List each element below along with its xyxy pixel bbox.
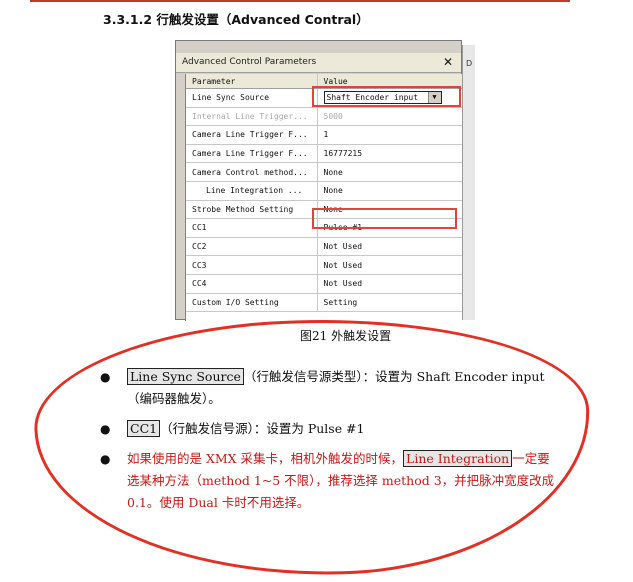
param-name: Camera Line Trigger F... xyxy=(186,125,318,145)
param-value[interactable]: Not Used xyxy=(317,255,463,275)
param-name: CC1 xyxy=(186,218,318,238)
bullet-text: 如果使用的是 XMX 采集卡，相机外触发的时候， xyxy=(127,451,404,466)
property-grid: Parameter Value Line Sync Source Shaft E… xyxy=(185,74,463,321)
highlight-box-cc1 xyxy=(312,208,457,229)
panel-title-bar: Advanced Control Parameters ✕ xyxy=(176,53,461,73)
grid-row[interactable]: Camera Line Trigger F... 1 xyxy=(186,125,463,145)
grid-row[interactable]: CC2 Not Used xyxy=(186,237,463,257)
top-rule xyxy=(30,0,570,2)
close-icon[interactable]: ✕ xyxy=(443,55,453,69)
param-name: Line Sync Source xyxy=(186,88,318,108)
param-value[interactable]: Not Used xyxy=(317,274,463,294)
side-panel-edge: D xyxy=(462,45,475,320)
param-name: CC2 xyxy=(186,237,318,257)
param-name: CC3 xyxy=(186,255,318,275)
param-value[interactable]: Not Used xyxy=(317,237,463,257)
term-line-integration: Line Integration xyxy=(403,450,513,467)
param-name: Camera Control method... xyxy=(186,162,318,182)
param-name: Strobe Method Setting xyxy=(186,200,318,220)
param-value[interactable]: Setting xyxy=(317,293,463,313)
param-name: CC4 xyxy=(186,274,318,294)
section-heading: 3.3.1.2 行触发设置（Advanced Contral） xyxy=(103,12,369,27)
grid-row[interactable]: Line Integration ... None xyxy=(186,181,463,201)
bullet-dot: ● xyxy=(100,452,111,466)
grid-row[interactable]: Camera Control method... None xyxy=(186,162,463,182)
grid-row[interactable]: Camera Line Trigger F... 16777215 xyxy=(186,144,463,164)
term-cc1: CC1 xyxy=(127,420,161,437)
grid-row[interactable]: CC4 Not Used xyxy=(186,274,463,294)
side-panel-label: D xyxy=(466,59,473,68)
bullet-list: ● Line Sync Source （行触发信号源类型）：设置为 Shaft E… xyxy=(100,366,560,522)
panel-title: Advanced Control Parameters xyxy=(182,57,317,67)
param-name: Internal Line Trigger... xyxy=(186,107,318,127)
grid-row[interactable]: CC3 Not Used xyxy=(186,255,463,275)
bullet-dot: ● xyxy=(100,370,111,384)
bullet-item: ● Line Sync Source （行触发信号源类型）：设置为 Shaft E… xyxy=(100,366,560,410)
grid-row: Internal Line Trigger... 5000 xyxy=(186,107,463,127)
param-name: Line Integration ... xyxy=(186,181,318,201)
advanced-control-panel: Advanced Control Parameters ✕ Parameter … xyxy=(175,40,463,321)
grid-row[interactable]: Custom I/O Setting Setting xyxy=(186,293,463,313)
param-name: Custom I/O Setting xyxy=(186,293,318,313)
bullet-text: （行触发信号源）：设置为 Pulse #1 xyxy=(160,421,365,436)
param-value[interactable]: 1 xyxy=(317,125,463,145)
param-value[interactable]: None xyxy=(317,162,463,182)
bullet-item: ● CC1 （行触发信号源）：设置为 Pulse #1 xyxy=(100,418,560,440)
param-value[interactable]: None xyxy=(317,181,463,201)
column-header-parameter[interactable]: Parameter xyxy=(186,74,318,89)
param-name: Camera Line Trigger F... xyxy=(186,144,318,164)
bullet-dot: ● xyxy=(100,422,111,436)
term-line-sync-source: Line Sync Source xyxy=(127,368,244,385)
param-value: 5000 xyxy=(317,107,463,127)
highlight-box-line-sync-source xyxy=(312,86,461,107)
param-value[interactable]: 16777215 xyxy=(317,144,463,164)
bullet-item: ● 如果使用的是 XMX 采集卡，相机外触发的时候， Line Integrati… xyxy=(100,448,560,514)
